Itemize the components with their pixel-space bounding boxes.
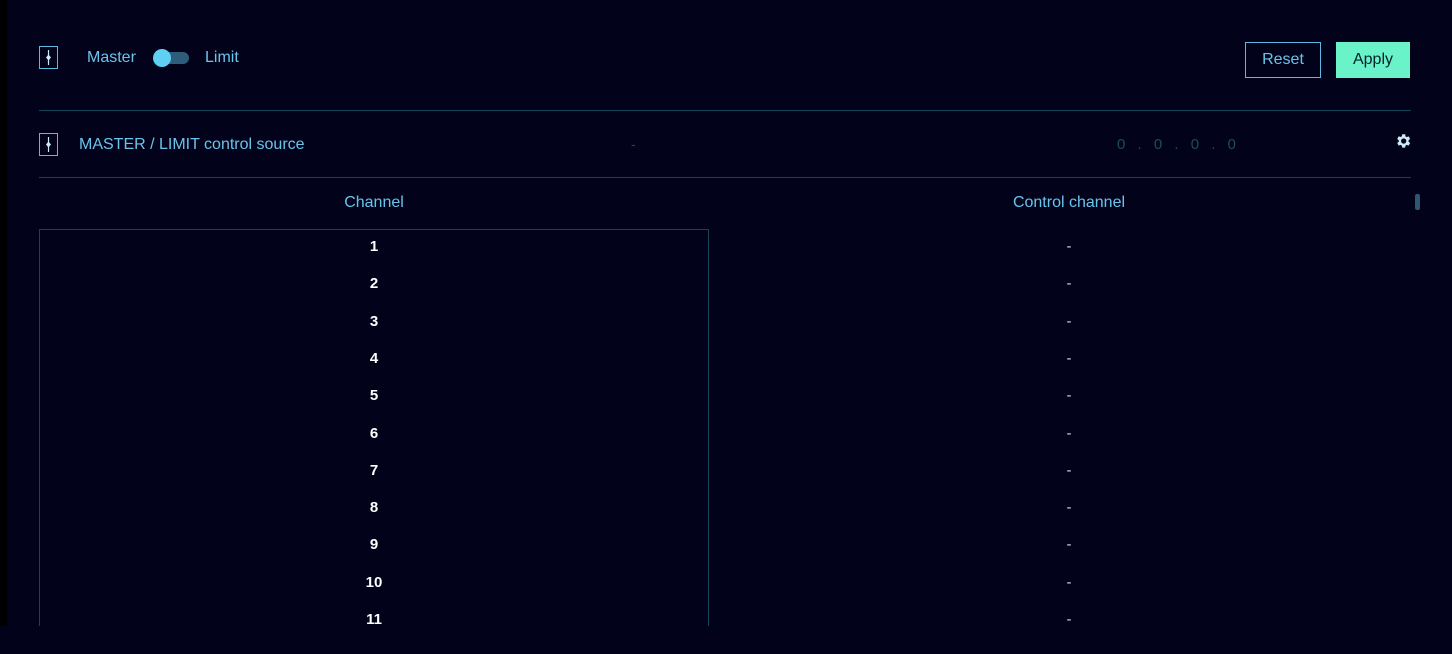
control-channel-cell: - bbox=[1066, 238, 1072, 255]
table-row[interactable]: 11 - bbox=[39, 602, 1411, 626]
table-row[interactable]: 5- bbox=[39, 378, 1411, 415]
channel-cell: 5 bbox=[369, 387, 379, 405]
fader-icon bbox=[39, 133, 58, 156]
bottom-edge bbox=[0, 626, 1452, 654]
channel-cell: 10 bbox=[365, 573, 383, 591]
apply-button[interactable]: Apply bbox=[1336, 42, 1410, 78]
table-row[interactable]: 6- bbox=[39, 416, 1411, 453]
toggle-knob bbox=[153, 49, 171, 67]
table-row[interactable]: 1- bbox=[39, 229, 1411, 266]
channel-cell: 11 bbox=[366, 611, 382, 626]
control-channel-cell: - bbox=[1066, 424, 1072, 442]
table-row[interactable]: 3- bbox=[39, 304, 1411, 341]
control-channel-cell: - bbox=[1066, 349, 1072, 367]
header-divider bbox=[39, 110, 1411, 111]
control-channel-column-header: Control channel bbox=[1012, 194, 1126, 211]
channel-cell: 4 bbox=[369, 349, 379, 367]
control-channel-cell: - bbox=[1066, 312, 1072, 330]
table-row[interactable]: 7- bbox=[39, 453, 1411, 490]
channel-cell: 3 bbox=[369, 312, 379, 330]
scrollbar-thumb[interactable] bbox=[1415, 194, 1420, 210]
toolbar: Master Limit Reset Apply bbox=[39, 40, 1411, 80]
table-row[interactable]: 9- bbox=[39, 527, 1411, 564]
fader-icon bbox=[39, 46, 58, 69]
channel-cell: 2 bbox=[369, 275, 379, 293]
channel-table: 1-2-3-4-5-6-7-8-9-10-11- bbox=[39, 229, 1411, 626]
table-row[interactable]: 4- bbox=[39, 341, 1411, 378]
table-row[interactable]: 8- bbox=[39, 490, 1411, 527]
master-label: Master bbox=[87, 49, 136, 66]
channel-cell: 8 bbox=[369, 499, 379, 517]
channel-cell: 9 bbox=[369, 536, 379, 554]
control-source-value: - bbox=[631, 136, 636, 152]
control-source-row: MASTER / LIMIT control source - 0 . 0 . … bbox=[39, 128, 1411, 162]
control-channel-cell: - bbox=[1066, 536, 1072, 554]
window-edge bbox=[0, 0, 7, 654]
channel-cell: 7 bbox=[369, 461, 379, 479]
table-row[interactable]: 2- bbox=[39, 266, 1411, 303]
control-source-ip: 0 . 0 . 0 . 0 bbox=[1117, 136, 1240, 153]
limit-label: Limit bbox=[205, 49, 239, 66]
channel-column-header: Channel bbox=[344, 194, 404, 211]
app-frame: Master Limit Reset Apply MASTER / LIMIT … bbox=[0, 0, 1452, 654]
channel-cell: 6 bbox=[369, 424, 379, 442]
control-channel-cell: - bbox=[1066, 387, 1072, 405]
control-channel-cell: - bbox=[1066, 611, 1072, 626]
control-channel-cell: - bbox=[1066, 461, 1072, 479]
source-divider bbox=[39, 177, 1411, 178]
gear-icon[interactable] bbox=[1394, 132, 1412, 150]
reset-button[interactable]: Reset bbox=[1245, 42, 1321, 78]
control-source-label: MASTER / LIMIT control source bbox=[79, 136, 305, 153]
control-channel-cell: - bbox=[1066, 275, 1072, 293]
master-limit-toggle[interactable] bbox=[153, 49, 189, 67]
control-channel-cell: - bbox=[1066, 499, 1072, 517]
control-channel-cell: - bbox=[1066, 573, 1072, 591]
table-row[interactable]: 10 - bbox=[39, 565, 1411, 602]
channel-cell: 1 bbox=[369, 238, 379, 255]
